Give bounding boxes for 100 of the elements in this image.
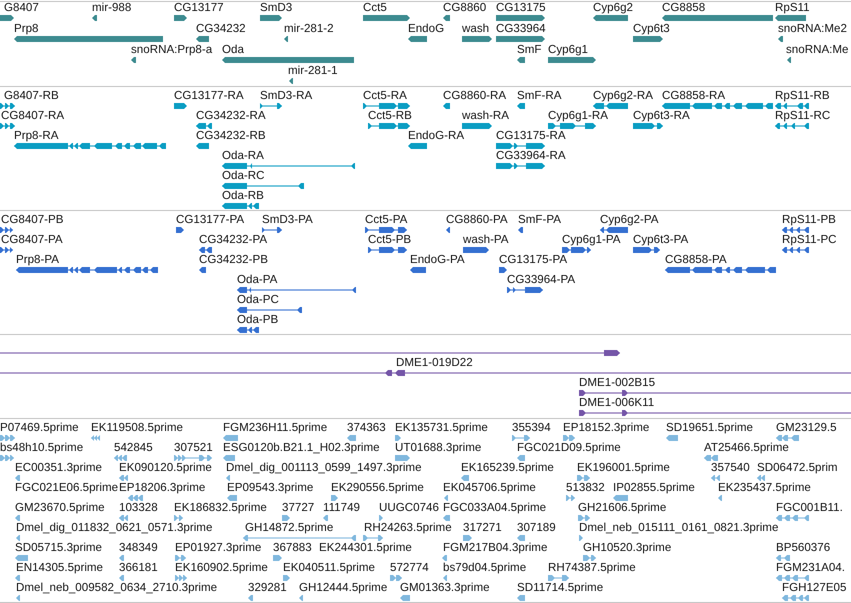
feature-label: UT01688.3prime [395,442,482,454]
feature-label: EndoG-RA [408,130,464,142]
feature-label: GH21606.5prime [578,502,666,514]
feature-label: snoRNA:Prp8-a [131,44,212,56]
feature-label: CG8858-RA [662,90,726,102]
feature-label: Oda-PC [237,294,279,306]
feature-label: GM23129.5 [776,422,837,434]
feature-label: CG8860-PA [446,214,508,226]
feature-label: EK165239.5prime [461,462,554,474]
feature-label: EK045706.5prime [443,482,536,494]
feature-label: CG34232 [196,23,246,35]
feature-label: 307189 [517,522,556,534]
feature-label: ESG0120b.B21.1_H02.3prime [223,442,380,454]
feature-label: GH14872.5prime [245,522,334,534]
feature-label: SD11714.5prime [517,582,604,594]
feature-label: Oda-PB [237,314,278,326]
feature-label: 513832 [566,482,605,494]
feature-label: FGH127E05 [782,582,846,594]
feature-label: Cyp6t3-RA [633,110,690,122]
feature-label: Oda-RA [222,150,264,162]
feature-label: snoRNA:Me2 [778,23,847,35]
feature-label: EN14305.5prime [16,562,104,574]
feature-label: mir-281-2 [284,23,334,35]
feature-label: Cyp6g1-PA [562,234,620,246]
feature-label: 355394 [512,422,551,434]
feature-label: EK160902.5prime [175,562,268,574]
feature-label: 366181 [119,562,158,574]
feature-label: FGC001B11. [776,502,843,514]
feature-label: EK290556.5prime [331,482,424,494]
feature-label: RpS11-RC [775,110,830,122]
feature-label: EK235437.5prime [718,482,811,494]
feature-label: CG34232-PA [199,234,268,246]
feature-label: 374363 [347,422,386,434]
feature-label: 348349 [119,542,158,554]
feature-label: 103328 [119,502,158,514]
feature-label: CG13175-RA [496,130,566,142]
feature-label: Cyp6g2-RA [593,90,653,102]
feature-label: SD06472.5prim [757,462,838,474]
feature-label: CG8858 [662,2,706,14]
feature-label: SmF-PA [518,214,561,226]
feature-label: Prp8-RA [14,130,58,142]
feature-label: Cyp6g1-RA [548,110,608,122]
feature-label: CG8860 [443,2,486,14]
feature-label: Cct5-RA [363,90,407,102]
feature-label: SD05715.3prime [15,542,102,554]
feature-label: EP18152.3prime [563,422,650,434]
feature-label: Cct5-PA [365,214,408,226]
feature-label: Oda-PA [237,274,278,286]
feature-label: bs48h10.5prime [0,442,84,454]
feature-label: CG13177 [174,2,224,14]
feature-label: GH10520.3prime [583,542,672,554]
feature-label: EP01927.3prime [175,542,262,554]
feature-label: SmF-RA [517,90,562,102]
feature-label: DME1-006K11 [579,397,654,409]
feature-label: EK135731.5prime [395,422,488,434]
feature-label: Cyp6g1 [548,44,588,56]
feature-label: 572774 [390,562,429,574]
feature-label: SmD3-PA [262,214,313,226]
feature-label: Oda [222,44,244,56]
feature-label: Cct5-PB [368,234,412,246]
feature-label: DME1-002B15 [579,377,656,389]
feature-label: EK119508.5prime [91,422,183,434]
feature-label: Cyp6g2 [593,2,633,14]
feature-label: mir-281-1 [288,65,338,77]
feature-label: Dmel_dig_011832_0621_0571.3prime [16,522,212,534]
feature-label: CG13177-PA [176,214,244,226]
feature-label: 37727 [282,502,314,514]
feature-label: GM23670.5prime [15,502,105,514]
feature-label: snoRNA:Me [786,44,848,56]
feature-label: Cyp6t3-PA [633,234,688,246]
feature-label: EP09543.3prime [227,482,314,494]
feature-label: CG13175 [496,2,546,14]
feature-label: Cct5-RB [368,110,412,122]
feature-label: 317271 [463,522,502,534]
feature-label: CG33964-PA [507,274,576,286]
feature-label: RpS11-PB [782,214,836,226]
feature-label: CG34232-RB [196,130,266,142]
feature-label: G8407-RB [4,90,59,102]
feature-label: EP18206.3prime [119,482,206,494]
feature-label: SD19651.5prime [666,422,754,434]
feature-label: Dmel_dig_001113_0599_1497.3prime [226,462,422,474]
feature-label: FGM236H11.5prime [223,422,328,434]
feature-label: EC00351.3prime [15,462,102,474]
feature-label: EK196001.5prime [577,462,670,474]
feature-label: EK244301.5prime [319,542,412,554]
feature-label: UUGC0746 [379,502,439,514]
feature-label: FGM231A04. [776,562,845,574]
feature-label: CG34232-PB [199,254,268,266]
feature-label: 329281 [248,582,287,594]
feature-label: EK186832.5prime [174,502,267,514]
feature-label: wash [462,23,490,35]
feature-label: Dmel_neb_009582_0634_2710.3prime [16,582,218,594]
feature-label: CG8860-RA [443,90,506,102]
feature-label: Cct5 [363,2,387,14]
feature-label: FGC033A04.5prime [443,502,546,514]
feature-label: Dmel_neb_015111_0161_0821.3prime [579,522,778,534]
feature-label: RH24263.5prime [364,522,452,534]
feature-label: mir-988 [92,2,132,14]
feature-label: FGC021D09.5prime [517,442,621,454]
feature-label: 111749 [323,502,360,514]
